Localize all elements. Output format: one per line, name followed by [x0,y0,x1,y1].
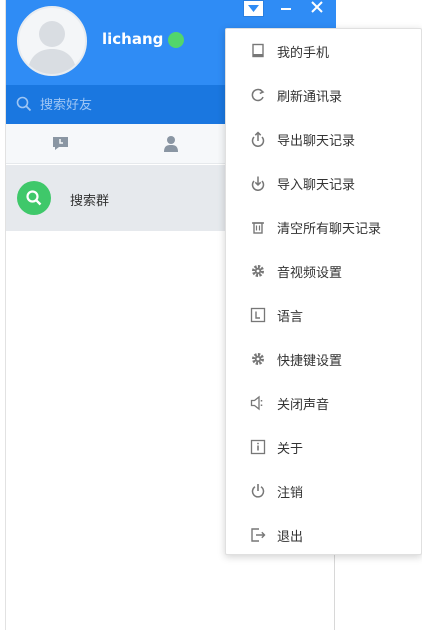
menu-item-label: 清空所有聊天记录 [277,222,382,237]
language-icon [250,307,266,323]
menu-item-label: 导入聊天记录 [277,178,356,193]
menu-item-import-history[interactable]: 导入聊天记录 [226,161,421,205]
menu-item-clear-history[interactable]: 清空所有聊天记录 [226,205,421,249]
minimize-icon [281,8,291,10]
menu-dropdown-button[interactable] [243,0,264,17]
tab-chats[interactable] [51,134,71,154]
menu-item-about[interactable]: 关于 [226,425,421,469]
menu-item-logout[interactable]: 注销 [226,469,421,513]
menu-item-refresh-contacts[interactable]: 刷新通讯录 [226,73,421,117]
settings-dropdown-menu: 我的手机 刷新通讯录 导出聊天记录 导入聊天记录 清空所有聊天记录 音视频设置 [225,28,422,555]
menu-item-label: 我的手机 [277,46,330,61]
online-status-icon [168,32,184,48]
info-icon [250,439,266,455]
gear-icon [250,351,266,367]
avatar[interactable] [17,6,87,76]
menu-item-mute-sound[interactable]: 关闭声音 [226,381,421,425]
exit-icon [250,527,266,543]
contacts-icon [164,136,178,152]
caret-down-icon [248,5,259,12]
menu-item-label: 退出 [277,530,304,545]
phone-icon [250,43,266,59]
menu-item-av-settings[interactable]: 音视频设置 [226,249,421,293]
search-icon [16,96,32,116]
mute-icon [250,395,266,411]
export-icon [250,131,266,147]
menu-item-language[interactable]: 语言 [226,293,421,337]
menu-item-label: 语言 [277,310,304,325]
menu-item-label: 导出聊天记录 [277,134,356,149]
menu-item-my-phone[interactable]: 我的手机 [226,29,421,73]
close-icon [311,1,323,13]
menu-item-label: 关闭声音 [277,398,330,413]
friend-search-input[interactable] [40,94,240,116]
menu-item-export-history[interactable]: 导出聊天记录 [226,117,421,161]
menu-item-label: 音视频设置 [277,266,343,281]
tab-contacts[interactable] [161,134,181,154]
chat-icon [53,137,68,150]
menu-item-label: 关于 [277,442,304,457]
minimize-button[interactable] [278,0,294,16]
power-icon [250,483,266,499]
group-search-label: 搜索群 [70,194,110,209]
menu-item-label: 刷新通讯录 [277,90,343,105]
close-button[interactable] [309,0,325,16]
menu-item-quit[interactable]: 退出 [226,513,421,557]
import-icon [250,175,266,191]
trash-icon [250,219,266,235]
menu-item-label: 快捷键设置 [277,354,343,369]
menu-item-shortcut-settings[interactable]: 快捷键设置 [226,337,421,381]
menu-item-label: 注销 [277,486,304,501]
search-group-icon [17,181,51,215]
gear-icon [250,263,266,279]
username: lichang [102,30,164,48]
refresh-icon [250,87,266,103]
